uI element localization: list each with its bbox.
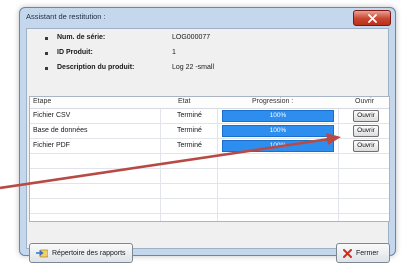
window-close-button[interactable]	[353, 10, 391, 26]
table-header: Etape Etat Progression : Ouvrir	[30, 97, 389, 109]
open-csv-button[interactable]: Ouvrir	[353, 110, 379, 122]
export-steps-table: Etape Etat Progression : Ouvrir Fichier …	[29, 96, 390, 222]
open-pdf-button[interactable]: Ouvrir	[353, 140, 379, 152]
progress-text: 100%	[269, 112, 287, 119]
step-name: Fichier CSV	[33, 112, 71, 119]
header-open: Ouvrir	[355, 98, 375, 105]
progress-text: 100%	[269, 142, 287, 149]
reports-folder-button[interactable]: Répertoire des rapports	[29, 243, 133, 263]
window-title: Assistant de restitution :	[26, 12, 106, 21]
arrow-folder-icon	[36, 249, 48, 258]
header-state: Etat	[178, 98, 191, 105]
progress-bar: 100%	[222, 110, 334, 122]
close-button[interactable]: Fermer	[336, 243, 390, 263]
product-id-label: ID Produit:	[57, 49, 93, 56]
reports-folder-label: Répertoire des rapports	[52, 249, 126, 257]
header-progress: Progression :	[252, 98, 294, 105]
step-name: Base de données	[33, 127, 88, 134]
product-description-value: Log 22 -small	[172, 64, 215, 71]
empty-row	[30, 154, 389, 169]
serial-number-value: LOG000077	[172, 34, 211, 41]
step-state: Terminé	[177, 142, 202, 149]
red-x-icon	[343, 248, 352, 258]
table-row: Base de données Terminé 100% Ouvrir	[30, 124, 389, 139]
empty-row	[30, 199, 389, 214]
bullet-icon	[45, 37, 48, 40]
progress-bar: 100%	[222, 125, 334, 137]
bullet-icon	[45, 52, 48, 55]
close-icon	[367, 13, 377, 23]
product-description-label: Description du produit:	[57, 64, 135, 71]
header-step: Etape	[33, 98, 52, 105]
empty-row	[30, 169, 389, 184]
step-name: Fichier PDF	[33, 142, 70, 149]
restitution-wizard-window: Assistant de restitution : Num. de série…	[19, 7, 396, 263]
bullet-icon	[45, 67, 48, 70]
product-id-value: 1	[172, 49, 176, 56]
open-database-button[interactable]: Ouvrir	[353, 125, 379, 137]
serial-number-label: Num. de série:	[57, 34, 106, 41]
progress-text: 100%	[269, 127, 287, 134]
title-bar: Assistant de restitution :	[20, 8, 395, 28]
table-row: Fichier CSV Terminé 100% Ouvrir	[30, 109, 389, 124]
step-state: Terminé	[177, 127, 202, 134]
empty-row	[30, 184, 389, 199]
close-button-label: Fermer	[356, 249, 379, 257]
wizard-content: Num. de série: LOG000077 ID Produit: 1 D…	[26, 28, 390, 263]
table-row: Fichier PDF Terminé 100% Ouvrir	[30, 139, 389, 154]
progress-bar: 100%	[222, 140, 334, 152]
step-state: Terminé	[177, 112, 202, 119]
